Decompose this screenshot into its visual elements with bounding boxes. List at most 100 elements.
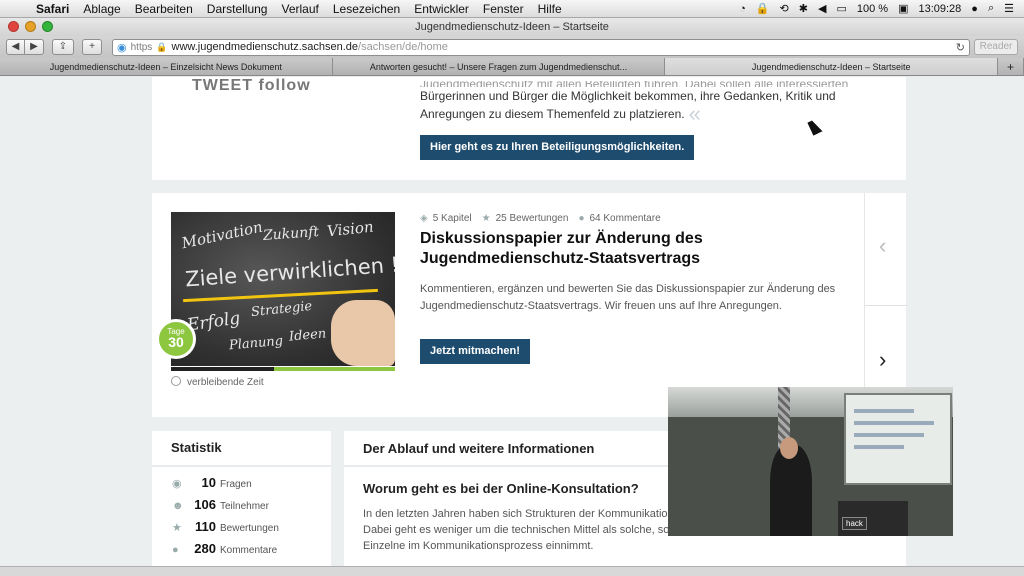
lock-icon[interactable]: 🔒 [756, 2, 770, 15]
statistics-list: ◉ 10 Fragen ☻ 106 Teilnehmer ★ 110 Bewer… [152, 467, 331, 563]
star-icon: ★ [172, 522, 182, 534]
participation-button[interactable]: Hier geht es zu Ihren Beteiligungsmöglic… [420, 135, 695, 160]
menu-ablage[interactable]: Ablage [83, 2, 120, 16]
chalk-word: Strategie [250, 298, 313, 321]
speech-bubble-icon: ● [578, 213, 585, 224]
ratings-meta: ★ 25 Bewertungen [482, 213, 569, 224]
menu-app-safari[interactable]: Safari [36, 2, 69, 16]
address-bar[interactable]: ◉ https 🔒 www.jugendmedienschutz.sachsen… [112, 38, 970, 56]
time-machine-icon[interactable]: ⟲ [780, 2, 789, 15]
new-tab-button[interactable]: + [998, 58, 1024, 75]
url-protocol: https [130, 41, 153, 53]
spotlight-icon[interactable]: ⌕ [988, 2, 994, 15]
chalk-word: Planung [228, 333, 284, 354]
video-speaker-head [780, 437, 798, 459]
back-button[interactable]: ◀ [6, 39, 25, 55]
menu-fenster[interactable]: Fenster [483, 2, 524, 16]
minimize-window-button[interactable] [25, 21, 36, 32]
stat-row: ☻ 106 Teilnehmer [152, 497, 331, 519]
screen-line [854, 445, 904, 449]
menu-lesezeichen[interactable]: Lesezeichen [333, 2, 400, 16]
share-button[interactable]: ⇪ [52, 39, 74, 55]
participation-card: TWEET follow Jugendmedienschutz mit alle… [152, 77, 906, 180]
input-source-icon[interactable]: ▣ [898, 2, 908, 15]
eye-icon: ◉ [172, 478, 182, 490]
close-window-button[interactable] [8, 21, 19, 32]
slider-controls: ‹ › [864, 193, 907, 417]
slider-divider [865, 305, 907, 306]
screen-line [854, 433, 924, 437]
chevron-right-icon[interactable]: › [879, 347, 886, 373]
window-title: Jugendmedienschutz-Ideen – Startseite [415, 21, 609, 33]
stat-label: Fragen [220, 479, 252, 490]
stat-value: 110 [195, 519, 216, 534]
menu-verlauf[interactable]: Verlauf [281, 2, 318, 16]
ratings-count: 25 Bewertungen [495, 213, 569, 224]
wifi-icon[interactable]: ◔ [739, 3, 746, 15]
chapters-count: 5 Kapitel [432, 213, 472, 224]
forward-button[interactable]: ▶ [25, 39, 44, 55]
site-favicon-icon: ◉ [117, 41, 127, 54]
reader-button[interactable]: Reader [974, 39, 1018, 55]
menu-hilfe[interactable]: Hilfe [538, 2, 562, 16]
statistics-card: Statistik ◉ 10 Fragen ☻ 106 Teilnehmer ★… [152, 431, 331, 566]
menubar-status-area: ◔ 🔒 ⟲ ✱ ◀ ▭ 100 % ▣ 13:09:28 ● ⌕ ☰ [739, 2, 1024, 15]
participation-intro-top: Jugendmedienschutz mit allen Beteiligten… [420, 81, 850, 87]
feature-title[interactable]: Diskussionspapier zur Änderung des Jugen… [420, 229, 740, 269]
quote-icon: « [688, 101, 701, 126]
video-overlay[interactable]: hack [668, 387, 953, 536]
menu-darstellung[interactable]: Darstellung [207, 2, 268, 16]
screen-line [854, 409, 914, 413]
url-host: www.jugendmedienschutz.sachsen.de [171, 41, 359, 53]
tab-antworten-gesucht[interactable]: Antworten gesucht! – Unsere Fragen zum J… [332, 58, 666, 75]
window-bottom-edge [0, 566, 1024, 576]
menu-entwickler[interactable]: Entwickler [414, 2, 469, 16]
participants-icon: ☻ [172, 500, 184, 512]
tab-startseite[interactable]: Jugendmedienschutz-Ideen – Startseite [665, 58, 999, 75]
star-icon: ★ [481, 213, 491, 224]
participation-intro: Jugendmedienschutz mit allen Beteiligten… [420, 81, 850, 126]
battery-icon[interactable]: ▭ [836, 2, 846, 15]
stat-label: Teilnehmer [220, 501, 269, 512]
chalk-word: Ideen [288, 326, 327, 345]
days-value: 30 [168, 334, 184, 350]
feature-description: Kommentieren, ergänzen und bewerten Sie … [420, 283, 836, 312]
battery-percent[interactable]: 100 % [857, 3, 888, 15]
feature-meta: ◈ 5 Kapitel ★ 25 Bewertungen ● 64 Kommentar… [420, 213, 661, 224]
add-bookmark-button[interactable]: + [82, 39, 102, 55]
menu-bearbeiten[interactable]: Bearbeiten [135, 2, 193, 16]
nav-buttons: ◀ ▶ [6, 39, 44, 55]
participation-intro-text: Bürgerinnen und Bürger die Möglichkeit b… [420, 89, 836, 121]
stat-row: ★ 110 Bewertungen [152, 519, 331, 541]
video-badge: hack [842, 517, 867, 530]
reload-icon[interactable]: ↻ [956, 41, 965, 54]
window-controls [8, 21, 53, 32]
tab-bar: Jugendmedienschutz-Ideen – Einzelsicht N… [0, 58, 1024, 76]
stat-label: Kommentare [220, 545, 278, 556]
speech-bubble-icon: ● [172, 544, 179, 556]
volume-icon[interactable]: ◀ [818, 2, 826, 15]
feature-image[interactable]: Motivation Zukunft Vision Ziele verwirkl… [171, 212, 395, 366]
comments-count: 64 Kommentare [589, 213, 661, 224]
window-titlebar: Jugendmedienschutz-Ideen – Startseite [0, 18, 1024, 36]
bluetooth-icon[interactable]: ✱ [799, 2, 808, 15]
chalk-headline: Ziele verwirklichen ! [184, 252, 395, 292]
statistics-title: Statistik [152, 431, 331, 467]
clock[interactable]: 13:09:28 [918, 3, 961, 15]
stat-row: ● 280 Kommentare [152, 541, 331, 563]
notification-center-icon[interactable]: ☰ [1004, 2, 1014, 15]
chevron-left-icon[interactable]: ‹ [879, 233, 886, 259]
stat-value: 106 [194, 497, 216, 512]
secure-lock-icon: 🔒 [156, 41, 168, 52]
user-icon[interactable]: ● [971, 3, 978, 15]
zoom-window-button[interactable] [42, 21, 53, 32]
browser-toolbar: ◀ ▶ ⇪ + ◉ https 🔒 www.jugendmedienschutz… [0, 36, 1024, 58]
chapters-meta: ◈ 5 Kapitel [420, 213, 472, 224]
stat-value: 280 [194, 541, 216, 556]
url-path: /sachsen/de/home [358, 41, 448, 53]
tab-news-dokument[interactable]: Jugendmedienschutz-Ideen – Einzelsicht N… [0, 58, 333, 75]
participate-button[interactable]: Jetzt mitmachen! [420, 339, 530, 364]
screen-line [854, 421, 934, 425]
time-progress-bar [171, 367, 395, 371]
menubar: Safari Ablage Bearbeiten Darstellung Ver… [0, 0, 1024, 18]
